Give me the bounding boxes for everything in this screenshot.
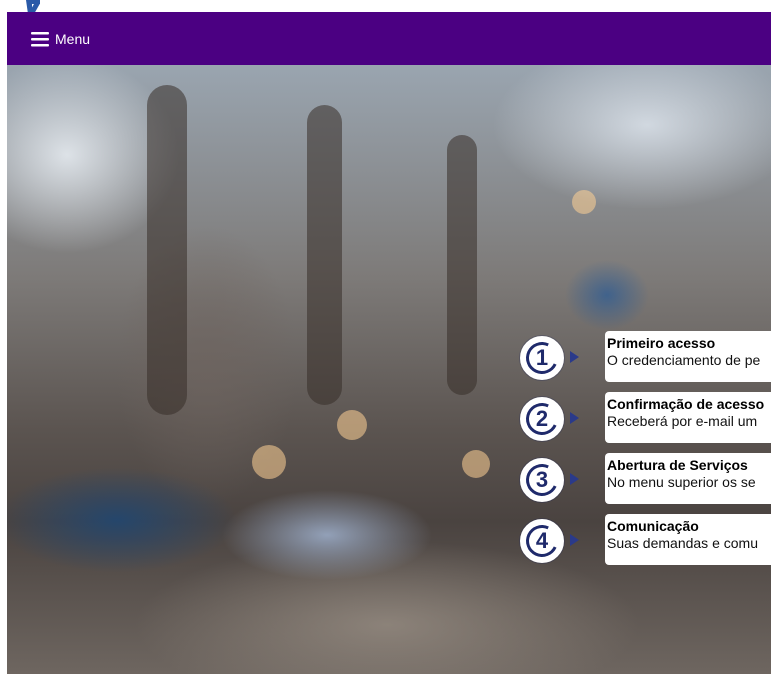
bokeh-light [252,445,286,479]
bokeh-light [462,450,490,478]
step-number: 2 [535,406,549,431]
tree-trunk-shape [307,105,342,405]
hero-background-image: 1 Primeiro acesso O credenciamento de pe… [7,65,771,674]
arrow-right-icon [570,473,579,485]
step-item[interactable]: 3 Abertura de Serviços No menu superior … [520,453,771,514]
tree-trunk-shape [147,85,187,415]
step-description: Receberá por e-mail um [607,413,758,429]
step-item[interactable]: 4 Comunicação Suas demandas e comu [520,514,771,575]
arrow-right-icon [570,534,579,546]
onboarding-steps: 1 Primeiro acesso O credenciamento de pe… [520,331,771,575]
step-description: O credenciamento de pe [607,352,761,368]
step-title: Confirmação de acesso [607,396,765,412]
menu-label: Menu [55,30,91,47]
step-card: Primeiro acesso O credenciamento de pe [605,331,771,382]
step-description: No menu superior os se [607,474,756,490]
step-number-icon: 3 [520,458,564,502]
bokeh-light [572,190,596,214]
step-title: Abertura de Serviços [607,457,748,473]
arrow-right-icon [570,351,579,363]
hamburger-icon [31,31,49,46]
arrow-right-icon [570,412,579,424]
step-card: Comunicação Suas demandas e comu [605,514,771,565]
top-navigation-bar: Menu [7,12,771,65]
menu-button[interactable]: Menu [31,31,90,47]
step-number-icon: 2 [520,397,564,441]
step-number-icon: 4 [520,519,564,563]
bokeh-light [337,410,367,440]
step-item[interactable]: 2 Confirmação de acesso Receberá por e-m… [520,392,771,453]
step-title: Primeiro acesso [607,335,716,351]
step-card: Confirmação de acesso Receberá por e-mai… [605,392,771,443]
app-frame: Menu 1 Primeiro acesso O credenciamento … [7,12,771,674]
step-number: 3 [535,467,549,492]
step-number: 1 [535,345,549,370]
step-number-icon: 1 [520,336,564,380]
step-title: Comunicação [607,518,699,534]
step-item[interactable]: 1 Primeiro acesso O credenciamento de pe [520,331,771,392]
step-number: 4 [535,528,549,553]
step-description: Suas demandas e comu [607,535,758,551]
tree-trunk-shape [447,135,477,395]
step-card: Abertura de Serviços No menu superior os… [605,453,771,504]
